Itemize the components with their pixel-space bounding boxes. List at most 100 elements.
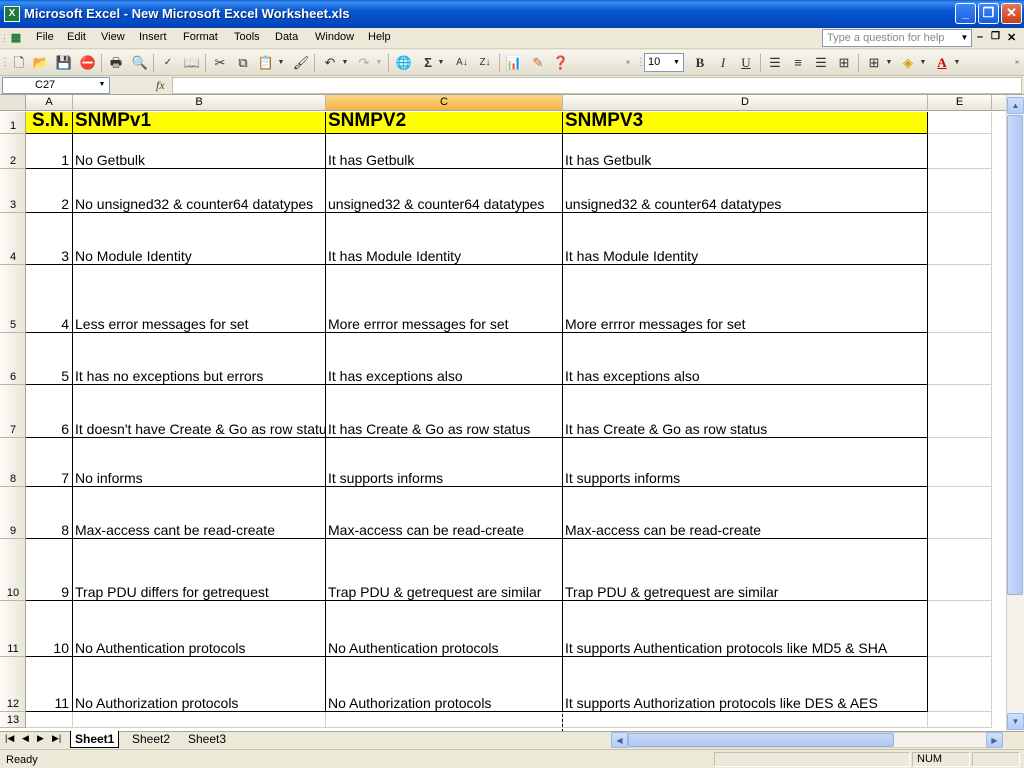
- cell-d[interactable]: It supports Authentication protocols lik…: [563, 601, 928, 657]
- cell-e[interactable]: [928, 265, 992, 333]
- cell-c[interactable]: No Authorization protocols: [326, 657, 563, 712]
- scroll-left-icon[interactable]: ◀: [611, 732, 628, 748]
- research-icon[interactable]: 📖: [182, 53, 202, 73]
- row-header[interactable]: 4: [0, 213, 26, 265]
- undo-dropdown-icon[interactable]: ▼: [340, 53, 350, 73]
- cell-b[interactable]: Max-access cant be read-create: [73, 487, 326, 539]
- spelling-icon[interactable]: ✓: [158, 53, 178, 73]
- row-header[interactable]: 12: [0, 657, 26, 712]
- borders-icon[interactable]: ⊞: [864, 53, 884, 73]
- cell-c[interactable]: No Authentication protocols: [326, 601, 563, 657]
- cell-a[interactable]: 10: [26, 601, 73, 657]
- font-color-dropdown-icon[interactable]: ▼: [952, 53, 962, 73]
- horizontal-scroll-thumb[interactable]: [628, 733, 894, 747]
- menu-help[interactable]: Help: [368, 31, 391, 43]
- cell-d[interactable]: SNMPV3: [563, 112, 928, 134]
- menu-view[interactable]: View: [101, 31, 125, 43]
- cell-c[interactable]: It has Getbulk: [326, 134, 563, 169]
- insert-function-button[interactable]: fx: [156, 78, 165, 93]
- align-left-icon[interactable]: ☰: [765, 53, 785, 73]
- menu-edit[interactable]: Edit: [67, 31, 86, 43]
- menu-file[interactable]: File: [36, 31, 54, 43]
- cell-d[interactable]: It supports Authorization protocols like…: [563, 657, 928, 712]
- row-header[interactable]: 3: [0, 169, 26, 213]
- menu-insert[interactable]: Insert: [139, 31, 167, 43]
- row-header[interactable]: 10: [0, 539, 26, 601]
- cell-a[interactable]: 11: [26, 657, 73, 712]
- chart-wizard-icon[interactable]: 📊: [504, 53, 524, 73]
- prev-sheet-icon[interactable]: ◀: [22, 733, 29, 744]
- cell-e[interactable]: [928, 385, 992, 438]
- font-color-icon[interactable]: A: [932, 53, 952, 73]
- cell-c[interactable]: Trap PDU & getrequest are similar: [326, 539, 563, 601]
- merge-center-icon[interactable]: ⊞: [834, 53, 854, 73]
- help-icon[interactable]: ❓: [551, 53, 571, 73]
- worksheet-grid[interactable]: A B C D E 1 S.N. SNMPv1 SNMPV2 SNMPV3 2 1 No Ge…: [0, 95, 1006, 731]
- scroll-up-icon[interactable]: ▲: [1007, 97, 1024, 114]
- cell-e[interactable]: [928, 487, 992, 539]
- paste-icon[interactable]: 📋: [256, 53, 276, 73]
- menu-tools[interactable]: Tools: [234, 31, 260, 43]
- row-header[interactable]: 11: [0, 601, 26, 657]
- menu-data[interactable]: Data: [275, 31, 298, 43]
- row-header[interactable]: 9: [0, 487, 26, 539]
- cell-a[interactable]: S.N.: [26, 112, 73, 134]
- restore-button[interactable]: ❐: [978, 3, 999, 24]
- name-box[interactable]: C27: [2, 77, 110, 94]
- help-dropdown-icon[interactable]: ▼: [958, 30, 971, 46]
- autosum-dropdown-icon[interactable]: ▼: [436, 53, 446, 73]
- new-icon[interactable]: 🗋: [9, 53, 29, 73]
- fill-color-icon[interactable]: ◈: [898, 53, 918, 73]
- sheet-tab-2[interactable]: Sheet2: [128, 731, 174, 748]
- print-preview-icon[interactable]: 🔍: [130, 53, 150, 73]
- name-box-dropdown-icon[interactable]: ▼: [96, 78, 108, 92]
- underline-button[interactable]: U: [736, 53, 756, 73]
- cell-empty[interactable]: [73, 712, 326, 728]
- save-icon[interactable]: 💾: [54, 53, 74, 73]
- cell-d[interactable]: unsigned32 & counter64 datatypes: [563, 169, 928, 213]
- cell-d[interactable]: It has Getbulk: [563, 134, 928, 169]
- row-header[interactable]: 13: [0, 712, 26, 728]
- cell-d[interactable]: Trap PDU & getrequest are similar: [563, 539, 928, 601]
- cell-d[interactable]: It has Create & Go as row status: [563, 385, 928, 438]
- cell-c[interactable]: unsigned32 & counter64 datatypes: [326, 169, 563, 213]
- cell-a[interactable]: 4: [26, 265, 73, 333]
- cell-b[interactable]: No Module Identity: [73, 213, 326, 265]
- cell-b[interactable]: No unsigned32 & counter64 datatypes: [73, 169, 326, 213]
- cell-d[interactable]: More errror messages for set: [563, 265, 928, 333]
- column-header-e[interactable]: E: [928, 95, 992, 111]
- align-right-icon[interactable]: ☰: [811, 53, 831, 73]
- cell-e[interactable]: [928, 657, 992, 712]
- cell-e[interactable]: [928, 134, 992, 169]
- cell-b[interactable]: Less error messages for set: [73, 265, 326, 333]
- menu-window[interactable]: Window: [315, 31, 354, 43]
- cell-a[interactable]: 7: [26, 438, 73, 487]
- cell-b[interactable]: No Getbulk: [73, 134, 326, 169]
- cell-c[interactable]: Max-access can be read-create: [326, 487, 563, 539]
- row-header[interactable]: 6: [0, 333, 26, 385]
- column-header-c[interactable]: C: [326, 95, 563, 111]
- copy-icon[interactable]: ⧉: [233, 53, 253, 73]
- doc-minimize-button[interactable]: –: [977, 31, 983, 43]
- last-sheet-icon[interactable]: ▶|: [52, 733, 61, 744]
- row-header[interactable]: 2: [0, 134, 26, 169]
- cell-e[interactable]: [928, 333, 992, 385]
- sheet-tab-1[interactable]: Sheet1: [70, 731, 120, 748]
- borders-dropdown-icon[interactable]: ▼: [884, 53, 894, 73]
- scroll-down-icon[interactable]: ▼: [1007, 713, 1024, 730]
- cell-b[interactable]: It doesn't have Create & Go as row statu…: [73, 385, 326, 438]
- cell-a[interactable]: 9: [26, 539, 73, 601]
- cell-b[interactable]: No Authentication protocols: [73, 601, 326, 657]
- fill-color-dropdown-icon[interactable]: ▼: [918, 53, 928, 73]
- cut-icon[interactable]: ✂: [210, 53, 230, 73]
- cell-a[interactable]: 5: [26, 333, 73, 385]
- print-icon[interactable]: 🖶: [106, 53, 126, 73]
- permission-icon[interactable]: ⛔: [78, 53, 98, 73]
- sort-descending-icon[interactable]: Z↓: [475, 53, 495, 73]
- column-header-d[interactable]: D: [563, 95, 928, 111]
- cell-b[interactable]: SNMPv1: [73, 112, 326, 134]
- cell-empty[interactable]: [26, 712, 73, 728]
- row-header[interactable]: 1: [0, 112, 26, 134]
- cell-e[interactable]: [928, 213, 992, 265]
- close-button[interactable]: ✕: [1001, 3, 1022, 24]
